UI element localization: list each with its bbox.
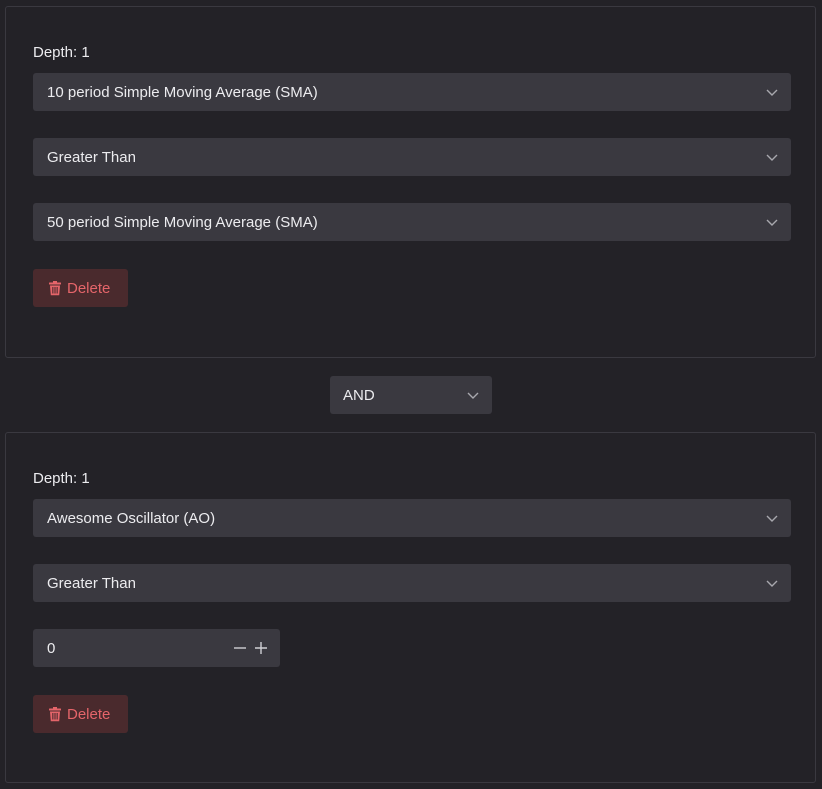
select-value: Greater Than — [47, 148, 136, 166]
delete-button[interactable]: Delete — [33, 269, 128, 307]
left-indicator-select[interactable]: 10 period Simple Moving Average (SMA) — [33, 73, 791, 111]
delete-label: Delete — [67, 705, 111, 723]
left-indicator-select[interactable]: Awesome Oscillator (AO) — [33, 499, 791, 537]
chevron-down-icon — [766, 154, 778, 161]
select-value: 10 period Simple Moving Average (SMA) — [47, 83, 318, 101]
delete-button[interactable]: Delete — [33, 695, 128, 733]
condition-card-1: Depth: 1 10 period Simple Moving Average… — [5, 6, 816, 358]
value-stepper[interactable]: 0 — [33, 629, 280, 667]
trash-icon — [49, 706, 61, 721]
delete-label: Delete — [67, 279, 111, 297]
logic-operator-select[interactable]: AND — [330, 376, 492, 414]
select-value: AND — [343, 386, 375, 404]
operator-select[interactable]: Greater Than — [33, 564, 791, 602]
stepper-value[interactable]: 0 — [47, 640, 55, 657]
select-value: 50 period Simple Moving Average (SMA) — [47, 213, 318, 231]
condition-card-2: Depth: 1 Awesome Oscillator (AO) Greater… — [5, 432, 816, 783]
select-value: Awesome Oscillator (AO) — [47, 509, 216, 527]
chevron-down-icon — [467, 392, 479, 399]
chevron-down-icon — [766, 580, 778, 587]
minus-icon[interactable] — [233, 641, 247, 655]
chevron-down-icon — [766, 219, 778, 226]
right-indicator-select[interactable]: 50 period Simple Moving Average (SMA) — [33, 203, 791, 241]
plus-icon[interactable] — [254, 641, 268, 655]
trash-icon — [49, 280, 61, 295]
chevron-down-icon — [766, 515, 778, 522]
chevron-down-icon — [766, 89, 778, 96]
depth-label: Depth: 1 — [33, 470, 90, 487]
select-value: Greater Than — [47, 574, 136, 592]
depth-label: Depth: 1 — [33, 44, 90, 61]
operator-select[interactable]: Greater Than — [33, 138, 791, 176]
